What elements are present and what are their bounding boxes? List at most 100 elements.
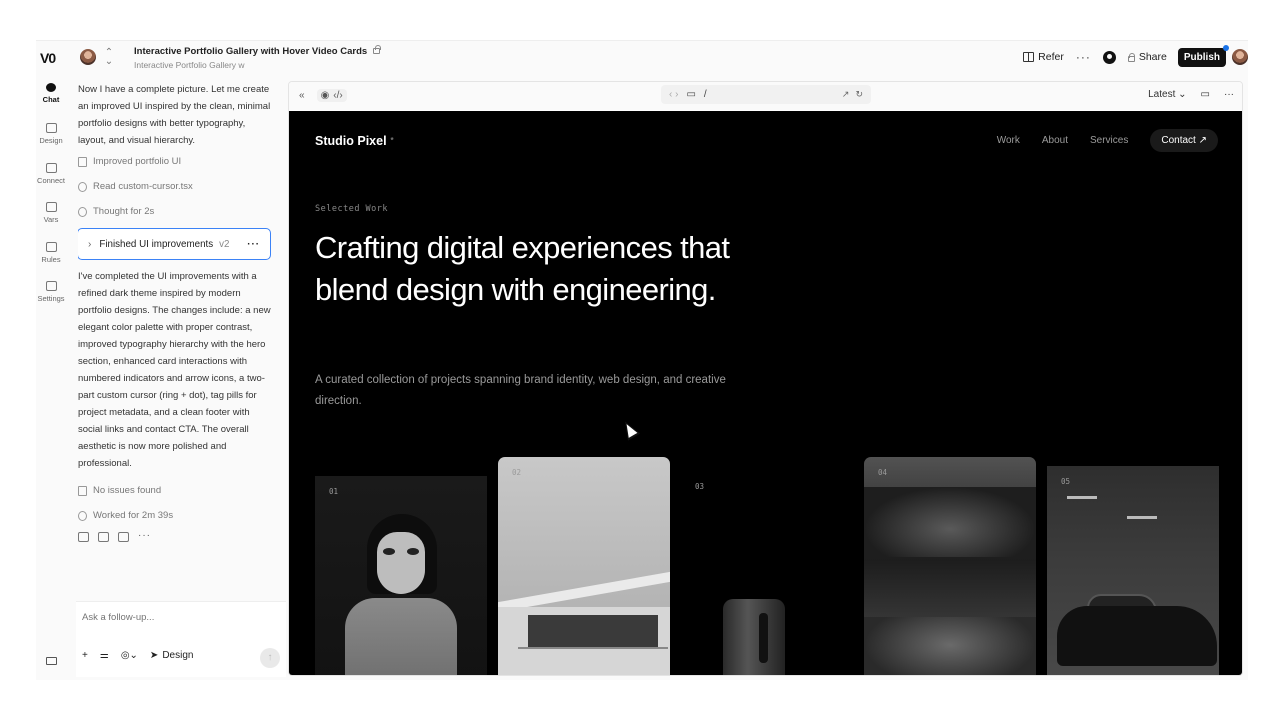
rail-item-connect[interactable]: Connect: [36, 163, 66, 185]
assistant-message-intro: Now I have a complete picture. Let me cr…: [78, 84, 271, 146]
more-options-icon[interactable]: ···: [138, 531, 150, 542]
thumbs-down-icon[interactable]: [98, 532, 109, 542]
rail-item-chat[interactable]: Chat: [36, 83, 66, 104]
external-link-icon[interactable]: ↗: [842, 89, 850, 100]
version-badge: v2: [219, 238, 230, 250]
device-slot: [759, 613, 768, 663]
view-toggle: ◉ ‹/›: [316, 89, 347, 102]
camera-icon[interactable]: ◎⌄: [121, 650, 138, 661]
monitor-icon[interactable]: ▭: [686, 89, 695, 100]
chevron-updown-icon[interactable]: ⌃ ⌄: [104, 48, 114, 67]
mail-icon[interactable]: [46, 657, 57, 665]
avatar[interactable]: [80, 49, 96, 65]
step-thought[interactable]: Thought for 2s: [78, 199, 274, 224]
portrait-face: [377, 532, 425, 594]
portrait-eye: [407, 548, 419, 555]
url-actions: ↗ ↻: [842, 89, 863, 100]
design-mode-label: Design: [162, 650, 194, 661]
gear-icon: [45, 281, 57, 291]
feedback-actions: ···: [78, 531, 274, 542]
rail-item-label: Settings: [37, 294, 65, 303]
project-card[interactable]: 04: [864, 457, 1036, 675]
preview-toolbar-right: Latest ⌄ ▭ ···: [1148, 89, 1234, 100]
share-label: Share: [1138, 51, 1167, 63]
gift-icon: [1023, 52, 1035, 62]
preview-toolbar: « ◉ ‹/› ‹ › ▭ / ↗ ↻ Latest ⌄ ▭ ···: [289, 82, 1242, 110]
send-button[interactable]: ↑: [260, 648, 280, 668]
v0-logo[interactable]: V0: [40, 50, 56, 66]
step-read-file[interactable]: Read custom-cursor.tsx: [78, 174, 274, 199]
assistant-message-summary: I've completed the UI improvements with …: [78, 271, 271, 469]
thumbs-up-icon[interactable]: [78, 532, 89, 542]
refer-button[interactable]: Refer: [1023, 51, 1064, 63]
file-icon: [78, 156, 87, 167]
collapse-icon[interactable]: «: [299, 90, 305, 101]
lips-lower: [864, 617, 1036, 675]
device-image: [723, 599, 785, 675]
eye-icon[interactable]: ◉: [321, 90, 330, 101]
car-image: [1057, 606, 1217, 666]
share-button[interactable]: Share: [1127, 51, 1167, 63]
connect-icon: [45, 163, 57, 173]
lips-image: [864, 487, 1036, 557]
project-subtitle: Interactive Portfolio Gallery w: [134, 60, 245, 70]
project-title[interactable]: Interactive Portfolio Gallery with Hover…: [134, 45, 381, 57]
project-card[interactable]: 03: [681, 471, 853, 675]
refresh-icon[interactable]: ↻: [855, 89, 863, 100]
top-bar-actions: Refer ··· Share Publish: [1023, 44, 1248, 67]
sliders-icon[interactable]: ⚌: [100, 650, 109, 661]
card-number: 04: [878, 468, 888, 477]
step-label: Thought for 2s: [93, 206, 155, 217]
preview-toolbar-left: « ◉ ‹/›: [299, 89, 347, 102]
chevron-right-icon[interactable]: ›: [88, 239, 91, 250]
chat-panel: Now I have a complete picture. Let me cr…: [78, 81, 274, 681]
add-icon[interactable]: +: [82, 650, 88, 661]
status-worked-label: Worked for 2m 39s: [93, 510, 174, 521]
lock-icon: [1127, 53, 1136, 62]
url-path: /: [703, 89, 707, 100]
project-card[interactable]: 05: [1047, 466, 1219, 675]
activity-icon: [78, 510, 87, 521]
rail-item-rules[interactable]: Rules: [36, 242, 66, 264]
step-improved-ui[interactable]: Improved portfolio UI: [78, 149, 274, 174]
status-issues: No issues found: [78, 478, 274, 503]
rail-item-design[interactable]: Design: [36, 123, 66, 145]
project-card[interactable]: 01: [315, 476, 487, 675]
project-card[interactable]: 02: [498, 457, 670, 675]
rail-item-label: Chat: [42, 95, 60, 104]
portrait-image: [345, 598, 457, 675]
publish-button[interactable]: Publish: [1177, 44, 1230, 67]
copy-icon[interactable]: [118, 532, 129, 542]
card-number: 01: [329, 487, 339, 496]
version-options-icon[interactable]: ···: [247, 239, 260, 250]
top-bar: V0 ⌃ ⌄ Interactive Portfolio Gallery with…: [36, 41, 1248, 75]
building-window: [528, 615, 658, 647]
card-number: 03: [695, 482, 705, 491]
follow-up-input[interactable]: [82, 612, 272, 623]
back-arrow-icon[interactable]: ‹ ›: [669, 89, 678, 100]
cursor-icon: ➤: [149, 650, 159, 661]
design-mode-button[interactable]: ➤ Design: [150, 650, 194, 661]
composer-tools: + ⚌ ◎⌄ ➤ Design: [82, 650, 193, 661]
more-options-icon[interactable]: ···: [1224, 89, 1234, 100]
brain-icon: [78, 206, 87, 217]
url-bar[interactable]: ‹ › ▭ / ↗ ↻: [661, 85, 871, 104]
project-title-text: Interactive Portfolio Gallery with Hover…: [134, 46, 368, 57]
composer: + ⚌ ◎⌄ ➤ Design ↑: [76, 601, 286, 677]
layout-icon[interactable]: ▭: [1201, 89, 1210, 100]
building-rail: [518, 647, 668, 649]
app-window: V0 ⌃ ⌄ Interactive Portfolio Gallery with…: [36, 40, 1248, 680]
more-options-icon[interactable]: ···: [1076, 50, 1091, 64]
rail-item-vars[interactable]: Vars: [36, 202, 66, 224]
refer-label: Refer: [1038, 51, 1064, 63]
card-number: 02: [512, 468, 522, 477]
version-card[interactable]: › Finished UI improvements v2 ···: [78, 228, 271, 260]
version-select-label: Latest: [1148, 89, 1176, 100]
code-icon[interactable]: ‹/›: [333, 90, 342, 101]
wrench-icon: [78, 485, 87, 496]
rail-item-settings[interactable]: Settings: [36, 281, 66, 303]
github-icon[interactable]: [1102, 50, 1116, 64]
rail-item-label: Rules: [41, 255, 61, 264]
version-select[interactable]: Latest ⌄: [1148, 89, 1186, 100]
user-avatar[interactable]: [1232, 49, 1248, 65]
